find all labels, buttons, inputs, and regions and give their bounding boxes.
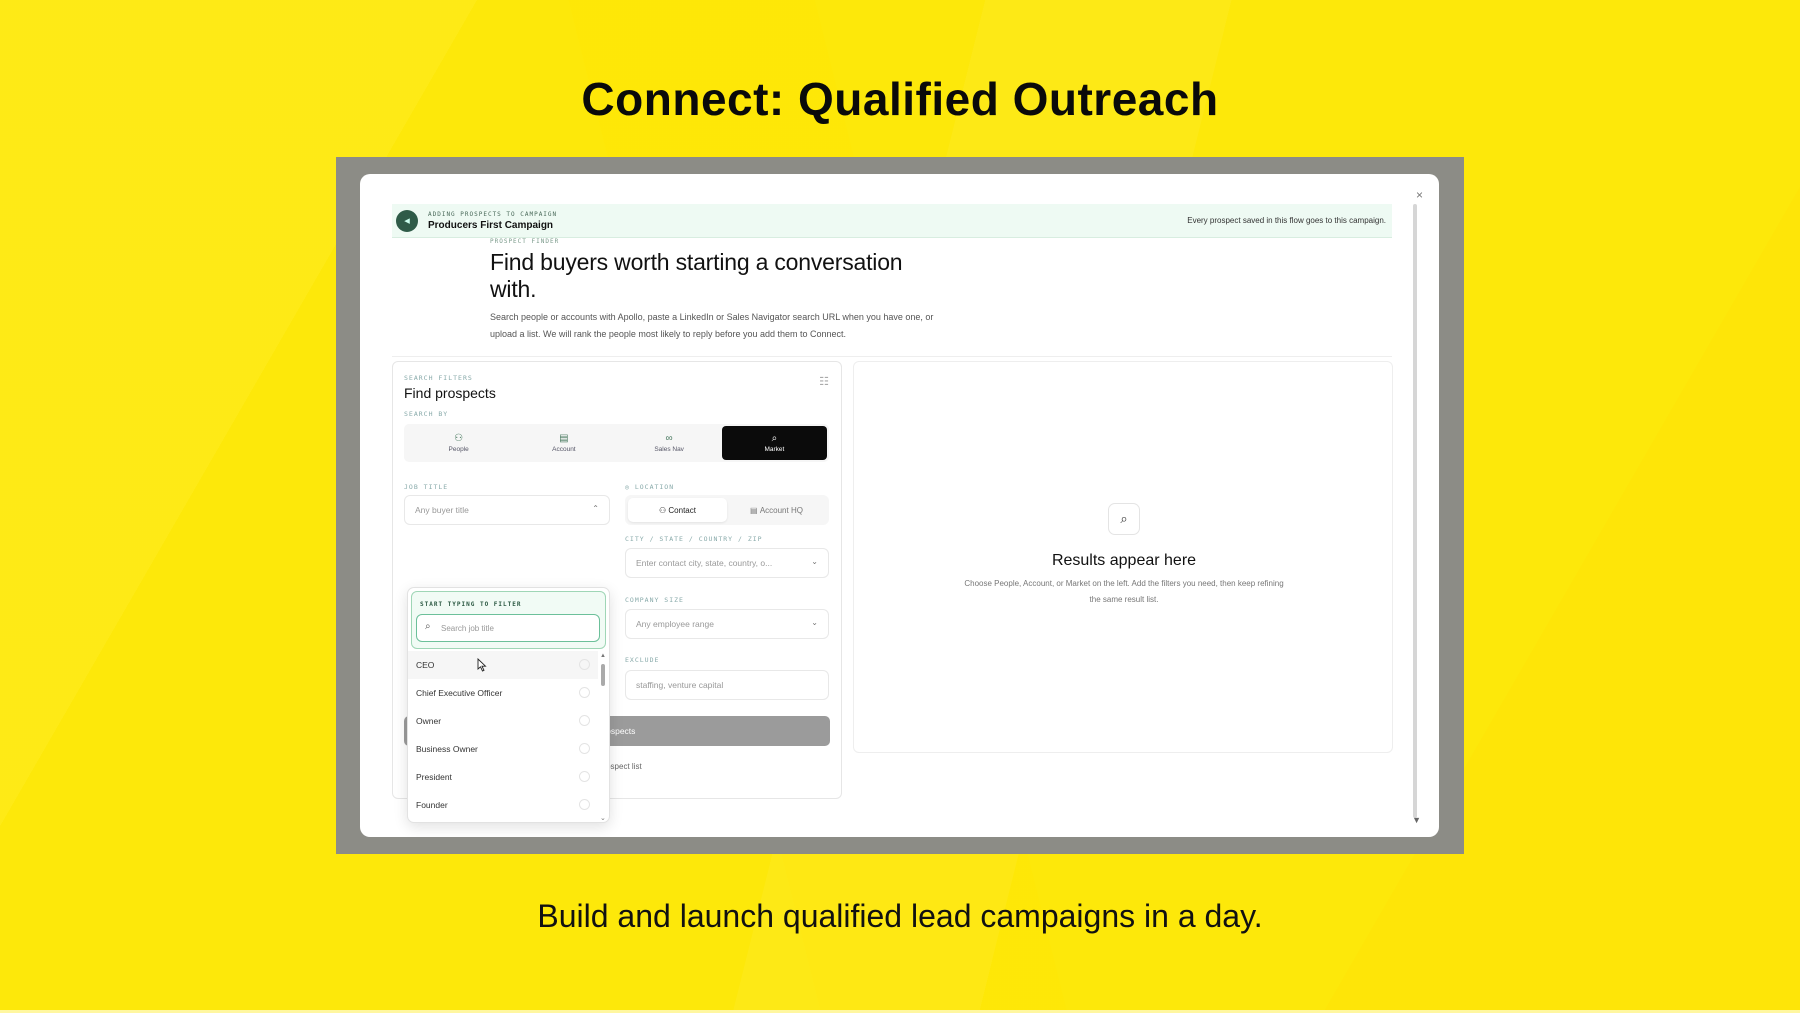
tab-market[interactable]: ⌕ Market [721,426,827,460]
building-icon: ▤ [559,433,569,444]
option-ceo[interactable]: CEO [408,651,598,679]
location-tabs: ⚇ Contact ▤ Account HQ [625,495,829,525]
search-icon: ⌕ [425,621,431,632]
filters-title: Find prospects [404,385,496,401]
tab-label: Sales Nav [654,446,684,453]
mouse-cursor-icon [477,658,487,672]
company-size-select[interactable]: Any employee range ⌄ [625,609,829,639]
city-placeholder: Enter contact city, state, country, o... [636,558,773,568]
tab-label: Account [552,446,576,453]
option-chief-executive-officer[interactable]: Chief Executive Officer [408,679,598,707]
results-title: Results appear here [1051,552,1197,569]
job-title-select[interactable]: Any buyer title ⌃ [404,495,610,525]
chevron-up-icon: ⌃ [592,504,599,513]
city-label: CITY / STATE / COUNTRY / ZIP [625,535,763,543]
dropdown-scrollbar[interactable]: ▲ ⌄ [600,653,606,822]
job-title-placeholder: Any buyer title [415,505,469,515]
option-president[interactable]: President [408,763,598,791]
radio-icon [579,743,590,754]
megaphone-icon: ◂ [396,209,418,232]
hero-description: Search people or accounts with Apollo, p… [490,312,934,339]
search-icon: ⌕ [1108,503,1140,535]
campaign-kicker: ADDING PROSPECTS TO CAMPAIGN [428,210,558,218]
tab-account[interactable]: ▤ Account [511,426,616,460]
dropdown-header: START TYPING TO FILTER ⌕ Search job titl… [411,591,606,649]
company-size-label: COMPANY SIZE [625,596,684,604]
job-title-dropdown: START TYPING TO FILTER ⌕ Search job titl… [407,587,610,823]
link-icon: ∞ [665,433,673,444]
slide-title: Connect: Qualified Outreach [581,73,1219,125]
scroll-thumb[interactable] [601,664,605,686]
hero-kicker: PROSPECT FINDER [490,238,560,245]
chevron-down-icon: ⌄ [811,618,818,627]
hero-section: PROSPECT FINDER Find buyers worth starti… [490,238,950,343]
exclude-input[interactable]: staffing, venture capital [625,670,829,700]
tab-contact[interactable]: ⚇ Contact [628,498,727,522]
screenshot-frame: × ▼ ◂ ADDING PROSPECTS TO CAMPAIGN Produ… [336,157,1464,854]
people-icon: ⚇ [454,433,464,444]
exclude-label: EXCLUDE [625,656,660,664]
job-title-label: JOB TITLE [404,483,449,491]
option-business-owner[interactable]: Business Owner [408,735,598,763]
search-by-tabs: ⚇ People ▤ Account ∞ Sales Nav ⌕ Market [404,424,829,462]
campaign-note: Every prospect saved in this flow goes t… [1187,216,1386,225]
location-label: ◎ LOCATION [625,483,675,491]
option-founder[interactable]: Founder [408,791,598,819]
page-title: Find buyers worth starting a conversatio… [490,249,903,302]
scroll-down-icon[interactable]: ▼ [1412,815,1421,825]
tab-account-hq[interactable]: ▤ Account HQ [727,498,826,522]
filters-kicker: SEARCH FILTERS [404,374,473,382]
results-panel: ⌕ Results appear here Choose People, Acc… [853,361,1393,753]
option-owner[interactable]: Owner [408,707,598,735]
tab-sales-nav[interactable]: ∞ Sales Nav [617,426,722,460]
job-title-options: CEO Chief Executive Officer Owner Busine… [408,651,598,819]
scroll-up-icon: ▲ [600,653,606,659]
prospect-modal: × ▼ ◂ ADDING PROSPECTS TO CAMPAIGN Produ… [360,174,1439,837]
radio-icon [579,659,590,670]
filter-settings-icon[interactable]: ☷ [819,375,829,388]
chevron-down-icon: ⌄ [811,557,818,566]
tab-label: People [448,446,469,453]
campaign-name: Producers First Campaign [428,219,554,231]
radio-icon [579,799,590,810]
tab-label: Market [764,446,785,453]
radio-icon [579,687,590,698]
tab-people[interactable]: ⚇ People [406,426,511,460]
job-title-search-placeholder: Search job title [441,623,494,633]
exclude-placeholder: staffing, venture capital [636,680,724,690]
dropdown-kicker: START TYPING TO FILTER [420,601,522,608]
search-icon: ⌕ [771,433,778,444]
modal-scrollbar[interactable] [1413,204,1417,818]
radio-icon [579,715,590,726]
job-title-search-input[interactable]: ⌕ Search job title [416,614,600,642]
scroll-down-icon: ⌄ [600,815,606,822]
search-by-label: SEARCH BY [404,410,449,418]
company-size-placeholder: Any employee range [636,619,714,629]
slide-subtitle: Build and launch qualified lead campaign… [537,898,1263,934]
results-description: Choose People, Account, or Market on the… [964,579,1284,604]
radio-icon [579,771,590,782]
campaign-banner: ◂ ADDING PROSPECTS TO CAMPAIGN Producers… [392,204,1392,238]
divider [392,356,1392,357]
close-icon[interactable]: × [1416,188,1423,202]
city-select[interactable]: Enter contact city, state, country, o...… [625,548,829,578]
